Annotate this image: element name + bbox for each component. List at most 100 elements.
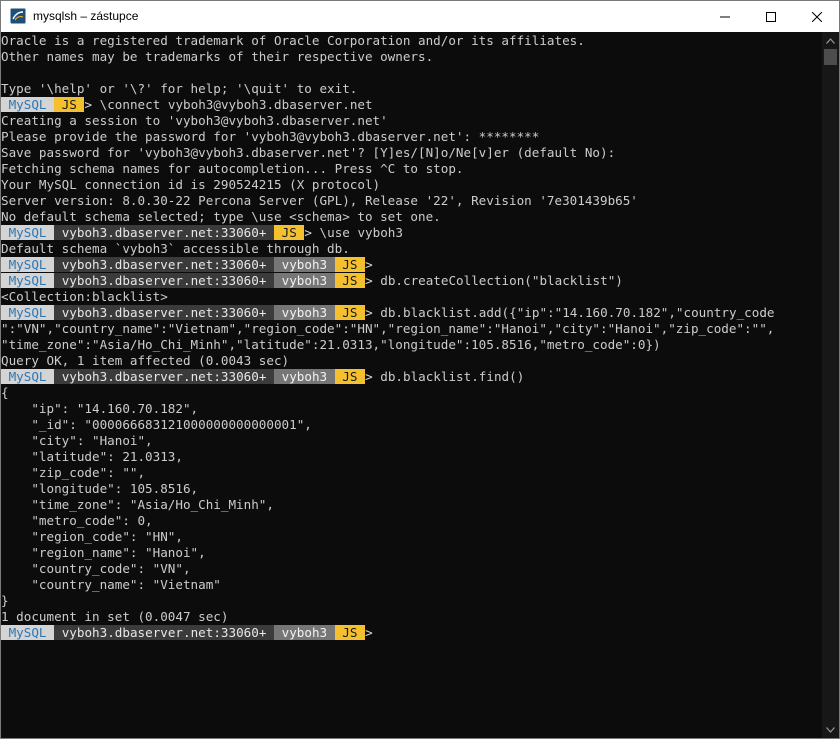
prompt-js-label: JS bbox=[281, 225, 297, 240]
prompt-mysql-segment: MySQL bbox=[1, 625, 55, 640]
output-line: "time_zone":"Asia/Ho_Chi_Minh","latitude… bbox=[1, 337, 661, 352]
output-line: "metro_code": 0, bbox=[1, 513, 153, 528]
prompt-schema-segment: vyboh3 bbox=[274, 305, 335, 320]
prompt-host-segment: vyboh3.dbaserver.net:33060+ bbox=[54, 273, 275, 288]
close-button[interactable] bbox=[794, 1, 839, 32]
prompt-command: db.blacklist.add({"ip":"14.160.70.182","… bbox=[380, 305, 775, 320]
output-line: "country_name": "Vietnam" bbox=[1, 577, 221, 592]
prompt-arrow: > bbox=[365, 257, 381, 272]
prompt-host-segment: vyboh3.dbaserver.net:33060+ bbox=[54, 625, 275, 640]
prompt-js-label: JS bbox=[342, 305, 358, 320]
prompt-mysql-segment: MySQL bbox=[1, 369, 55, 384]
output-line: Server version: 8.0.30-22 Percona Server… bbox=[1, 193, 638, 208]
prompt-js-segment: JS bbox=[54, 97, 85, 112]
output-line: "zip_code": "", bbox=[1, 465, 146, 480]
prompt-mysql-segment: MySQL bbox=[1, 273, 55, 288]
prompt-schema-label: vyboh3 bbox=[281, 257, 328, 272]
prompt-js-segment: JS bbox=[334, 257, 366, 272]
prompt-mysql-label: MySQL bbox=[8, 97, 47, 112]
prompt-schema-segment: vyboh3 bbox=[274, 625, 335, 640]
output-line: "latitude": 21.0313, bbox=[1, 449, 183, 464]
prompt-mysql-label: MySQL bbox=[8, 625, 47, 640]
prompt-arrow: > bbox=[365, 273, 381, 288]
prompt-mysql-segment: MySQL bbox=[1, 225, 55, 240]
output-line: ":"VN","country_name":"Vietnam","region_… bbox=[1, 321, 775, 336]
output-line: Other names may be trademarks of their r… bbox=[1, 49, 434, 64]
prompt-schema-label: vyboh3 bbox=[281, 369, 328, 384]
prompt-host-segment: vyboh3.dbaserver.net:33060+ bbox=[54, 369, 275, 384]
prompt-arrow: > bbox=[365, 625, 381, 640]
output-line: "region_name": "Hanoi", bbox=[1, 545, 206, 560]
terminal-output[interactable]: Oracle is a registered trademark of Orac… bbox=[1, 32, 822, 738]
prompt-js-segment: JS bbox=[334, 369, 366, 384]
prompt-command: \use vyboh3 bbox=[319, 225, 403, 240]
prompt-js-label: JS bbox=[342, 257, 358, 272]
prompt-host-segment: vyboh3.dbaserver.net:33060+ bbox=[54, 257, 275, 272]
mysql-shell-app-icon bbox=[10, 8, 26, 24]
arrow-down-icon bbox=[826, 726, 835, 733]
maximize-button[interactable] bbox=[748, 1, 794, 32]
terminal-window: mysqlsh – zástupce Oracle is a registere… bbox=[0, 0, 840, 739]
prompt-js-label: JS bbox=[342, 273, 358, 288]
output-line: Creating a session to 'vyboh3@vyboh3.dba… bbox=[1, 113, 388, 128]
prompt-schema-segment: vyboh3 bbox=[274, 369, 335, 384]
prompt-mysql-label: MySQL bbox=[8, 225, 47, 240]
output-line: "time_zone": "Asia/Ho_Chi_Minh", bbox=[1, 497, 274, 512]
prompt-schema-segment: vyboh3 bbox=[274, 273, 335, 288]
output-line: } bbox=[1, 593, 9, 608]
output-line: "ip": "14.160.70.182", bbox=[1, 401, 199, 416]
prompt-mysql-label: MySQL bbox=[8, 273, 47, 288]
prompt-schema-label: vyboh3 bbox=[281, 625, 328, 640]
output-line: <Collection:blacklist> bbox=[1, 289, 168, 304]
prompt-line: MySQL vyboh3.dbaserver.net:33060+ vyboh3… bbox=[1, 305, 822, 321]
prompt-mysql-label: MySQL bbox=[8, 369, 47, 384]
prompt-line: MySQL vyboh3.dbaserver.net:33060+ JS > \… bbox=[1, 225, 822, 241]
prompt-js-segment: JS bbox=[334, 625, 366, 640]
output-line: "city": "Hanoi", bbox=[1, 433, 153, 448]
output-line: Please provide the password for 'vyboh3@… bbox=[1, 129, 540, 144]
output-line: Your MySQL connection id is 290524215 (X… bbox=[1, 177, 381, 192]
output-line: "_id": "000066683121000000000000001", bbox=[1, 417, 312, 432]
close-icon bbox=[812, 11, 822, 22]
vertical-scrollbar[interactable] bbox=[822, 32, 839, 738]
prompt-schema-segment: vyboh3 bbox=[274, 257, 335, 272]
output-line: Default schema `vyboh3` accessible throu… bbox=[1, 241, 350, 256]
output-line: Oracle is a registered trademark of Orac… bbox=[1, 33, 585, 48]
prompt-schema-label: vyboh3 bbox=[281, 305, 328, 320]
prompt-host-label: vyboh3.dbaserver.net:33060+ bbox=[61, 273, 267, 288]
prompt-host-label: vyboh3.dbaserver.net:33060+ bbox=[61, 225, 267, 240]
output-line: { bbox=[1, 385, 9, 400]
output-line: 1 document in set (0.0047 sec) bbox=[1, 609, 229, 624]
prompt-mysql-label: MySQL bbox=[8, 257, 47, 272]
scrollbar-thumb[interactable] bbox=[824, 49, 837, 65]
minimize-icon bbox=[720, 16, 730, 17]
prompt-js-segment: JS bbox=[334, 273, 366, 288]
scroll-down-button[interactable] bbox=[822, 721, 839, 738]
prompt-arrow: > bbox=[365, 305, 381, 320]
output-line: Save password for 'vyboh3@vyboh3.dbaserv… bbox=[1, 145, 616, 160]
prompt-command: db.blacklist.find() bbox=[380, 369, 525, 384]
prompt-arrow: > bbox=[365, 369, 381, 384]
output-line: No default schema selected; type \use <s… bbox=[1, 209, 441, 224]
prompt-arrow: > bbox=[304, 225, 320, 240]
prompt-js-label: JS bbox=[342, 625, 358, 640]
prompt-host-label: vyboh3.dbaserver.net:33060+ bbox=[61, 305, 267, 320]
output-line: Type '\help' or '\?' for help; '\quit' t… bbox=[1, 81, 358, 96]
output-line: Fetching schema names for autocompletion… bbox=[1, 161, 464, 176]
prompt-line: MySQL vyboh3.dbaserver.net:33060+ vyboh3… bbox=[1, 625, 822, 641]
output-line: "longitude": 105.8516, bbox=[1, 481, 199, 496]
prompt-mysql-segment: MySQL bbox=[1, 97, 55, 112]
prompt-mysql-segment: MySQL bbox=[1, 305, 55, 320]
prompt-host-segment: vyboh3.dbaserver.net:33060+ bbox=[54, 225, 275, 240]
prompt-line: MySQL JS > \connect vyboh3@vyboh3.dbaser… bbox=[1, 97, 822, 113]
output-line: "country_code": "VN", bbox=[1, 561, 191, 576]
scroll-up-button[interactable] bbox=[822, 32, 839, 49]
arrow-up-icon bbox=[826, 37, 835, 44]
prompt-line: MySQL vyboh3.dbaserver.net:33060+ vyboh3… bbox=[1, 369, 822, 385]
prompt-schema-label: vyboh3 bbox=[281, 273, 328, 288]
output-line: "region_code": "HN", bbox=[1, 529, 183, 544]
title-bar[interactable]: mysqlsh – zástupce bbox=[1, 1, 839, 32]
prompt-mysql-label: MySQL bbox=[8, 305, 47, 320]
minimize-button[interactable] bbox=[702, 1, 748, 32]
